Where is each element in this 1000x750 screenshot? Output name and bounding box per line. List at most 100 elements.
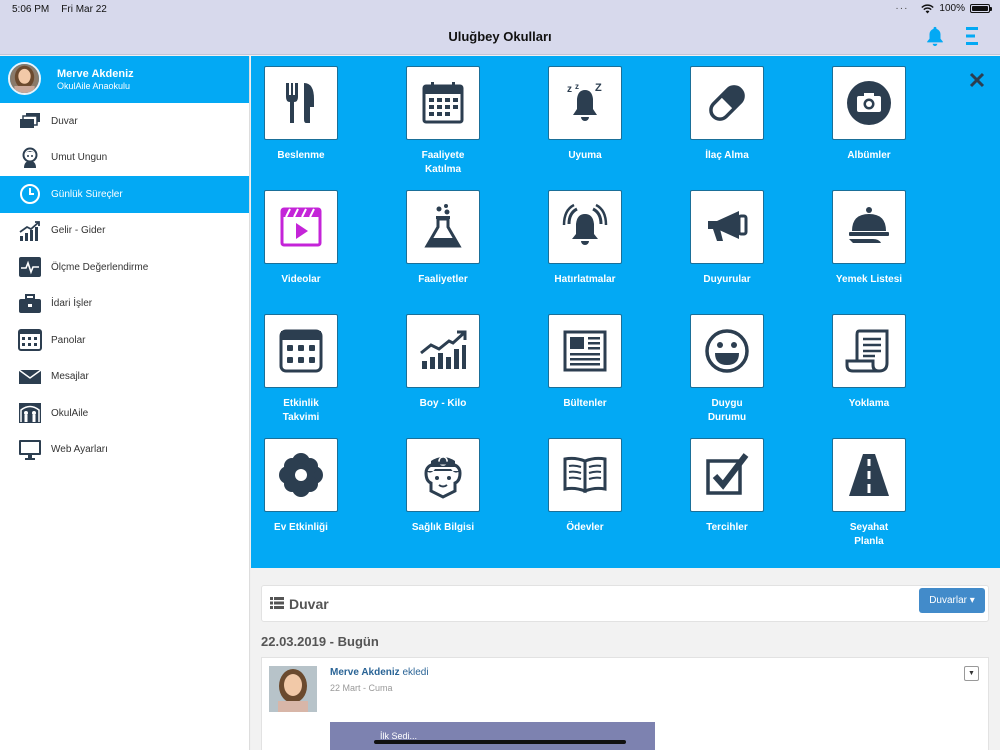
- tile-label: Etkinlik Takvimi: [282, 398, 320, 423]
- tile-label: Yoklama: [848, 398, 890, 409]
- app-title: Uluğbey Okulları: [448, 29, 552, 44]
- sidebar-item-olcme-degerlendirme[interactable]: Ölçme Değerlendirme: [0, 249, 249, 286]
- tile-tercihler[interactable]: Tercihler: [672, 438, 782, 535]
- sidebar-item-okulaile[interactable]: OkulAile: [0, 395, 249, 432]
- close-icon[interactable]: [967, 70, 987, 90]
- profile-name: Merve Akdeniz: [57, 68, 134, 80]
- sidebar-item-gelir-gider[interactable]: Gelir - Gider: [0, 213, 249, 250]
- calendar-icon: [422, 82, 464, 124]
- tile-label: Albümler: [847, 150, 891, 161]
- sidebar-item-web-ayarlari[interactable]: Web Ayarları: [0, 432, 249, 469]
- tile-beslenme[interactable]: Beslenme: [246, 66, 356, 163]
- tile-faaliyete-katilma[interactable]: Faaliyete Katılma: [388, 66, 498, 177]
- walls-dropdown-button[interactable]: Duvarlar ▾: [919, 588, 985, 613]
- tile-label: Tercihler: [706, 522, 748, 533]
- tile-label: Beslenme: [277, 150, 325, 161]
- bell-icon[interactable]: [924, 25, 946, 47]
- camera-icon: [847, 81, 891, 125]
- ringing-bell-icon: [562, 203, 608, 245]
- post-header: Merve Akdeniz ekledi: [330, 667, 429, 678]
- tile-ilac-alma[interactable]: İlaç Alma: [672, 66, 782, 163]
- sidebar-item-label: Mesajlar: [51, 371, 89, 383]
- sidebar: Merve Akdeniz OkulAile Anaokulu Duvar Um…: [0, 56, 250, 750]
- multitask-dots-icon: ···: [895, 3, 909, 14]
- sidebar-item-gunluk-surecler[interactable]: Günlük Süreçler: [0, 176, 249, 213]
- tile-yemek-listesi[interactable]: Yemek Listesi: [814, 190, 924, 287]
- sidebar-item-idari-isler[interactable]: İdari İşler: [0, 286, 249, 323]
- board-icon: [18, 329, 42, 351]
- list-icon: [270, 597, 284, 609]
- tile-seyahat-planla[interactable]: Seyahat Planla: [814, 438, 924, 549]
- battery-icon: [970, 4, 992, 13]
- tile-bultenler[interactable]: Bültenler: [530, 314, 640, 411]
- tile-boy-kilo[interactable]: Boy - Kilo: [388, 314, 498, 411]
- tile-label: Faaliyete Katılma: [421, 150, 465, 175]
- briefcase-icon: [19, 293, 41, 313]
- video-icon: [280, 207, 322, 247]
- flask-icon: [424, 204, 462, 248]
- tile-faaliyetler[interactable]: Faaliyetler: [388, 190, 498, 287]
- feed-area: Duvar Duvarlar ▾ 22.03.2019 - Bugün Merv…: [251, 568, 1000, 750]
- tile-duygu-durumu[interactable]: Duygu Durumu: [672, 314, 782, 425]
- menu-icon[interactable]: [963, 25, 981, 47]
- nurse-icon: [424, 456, 462, 499]
- tile-label: Boy - Kilo: [419, 398, 467, 409]
- tile-label: Ev Etkinliği: [274, 522, 328, 533]
- post-media[interactable]: İlk Sedi...: [330, 722, 655, 750]
- sidebar-item-duvar[interactable]: Duvar: [0, 103, 249, 140]
- tile-label: Ödevler: [566, 522, 604, 533]
- envelope-icon: [18, 368, 42, 384]
- tile-odevler[interactable]: Ödevler: [530, 438, 640, 535]
- tile-yoklama[interactable]: Yoklama: [814, 314, 924, 411]
- tile-saglik-bilgisi[interactable]: Sağlık Bilgisi: [388, 438, 498, 535]
- svg-text:z: z: [575, 82, 579, 91]
- tile-label: İlaç Alma: [705, 150, 749, 161]
- tile-hatirlatmalar[interactable]: Hatırlatmalar: [530, 190, 640, 287]
- post-author[interactable]: Merve Akdeniz: [330, 667, 400, 678]
- profile-header[interactable]: Merve Akdeniz OkulAile Anaokulu: [0, 56, 249, 103]
- tile-uyuma[interactable]: zz Z Uyuma: [530, 66, 640, 163]
- tile-label: Videolar: [281, 274, 321, 285]
- road-icon: [849, 454, 889, 496]
- checkbox-icon: [706, 453, 749, 495]
- tile-ev-etkinligi[interactable]: Ev Etkinliği: [246, 438, 356, 535]
- post-avatar: [269, 666, 317, 712]
- status-date: Fri Mar 22: [61, 4, 107, 15]
- book-icon: [563, 456, 607, 494]
- megaphone-icon: [708, 211, 748, 241]
- chart-icon: [19, 220, 40, 241]
- status-time: 5:06 PM: [12, 4, 50, 15]
- sidebar-item-label: İdari İşler: [51, 298, 93, 310]
- tile-videolar[interactable]: Videolar: [246, 190, 356, 287]
- tile-duyurular[interactable]: Duyurular: [672, 190, 782, 287]
- post-options-button[interactable]: ▼: [964, 666, 979, 681]
- flower-icon: [279, 453, 323, 497]
- svg-text:Z: Z: [595, 82, 602, 94]
- sidebar-item-label: Panolar: [51, 334, 86, 346]
- event-calendar-icon: [279, 329, 323, 373]
- pulse-icon: [19, 257, 41, 277]
- home-indicator[interactable]: [374, 740, 626, 744]
- sleep-bell-icon: zz Z: [567, 82, 602, 121]
- post-time: 22 Mart - Cuma: [330, 683, 393, 693]
- smile-icon: [705, 329, 749, 373]
- tile-etkinlik-takvimi[interactable]: Etkinlik Takvimi: [246, 314, 356, 425]
- sidebar-item-label: Gelir - Gider: [51, 225, 106, 237]
- growth-chart-icon: [420, 330, 467, 369]
- sidebar-item-label: OkulAile: [51, 407, 89, 419]
- sidebar-item-label: Günlük Süreçler: [51, 188, 123, 200]
- post-card: Merve Akdeniz ekledi 22 Mart - Cuma ▼ İl…: [261, 657, 989, 750]
- tile-label: Hatırlatmalar: [554, 274, 616, 285]
- tile-label: Duygu Durumu: [707, 398, 747, 423]
- profile-school: OkulAile Anaokulu: [57, 81, 131, 91]
- svg-text:z: z: [567, 84, 572, 95]
- tile-label: Bültenler: [563, 398, 607, 409]
- sidebar-item-panolar[interactable]: Panolar: [0, 322, 249, 359]
- status-bar-left: 5:06 PM Fri Mar 22: [12, 4, 107, 15]
- daily-process-panel: Beslenme Faaliyete Katılma zz Z Uyuma İla…: [251, 56, 1000, 568]
- tile-albumler[interactable]: Albümler: [814, 66, 924, 163]
- sidebar-item-mesajlar[interactable]: Mesajlar: [0, 359, 249, 396]
- scroll-icon: [845, 329, 889, 373]
- tile-label: Uyuma: [568, 150, 602, 161]
- sidebar-item-umut-ungun[interactable]: Umut Ungun: [0, 140, 249, 177]
